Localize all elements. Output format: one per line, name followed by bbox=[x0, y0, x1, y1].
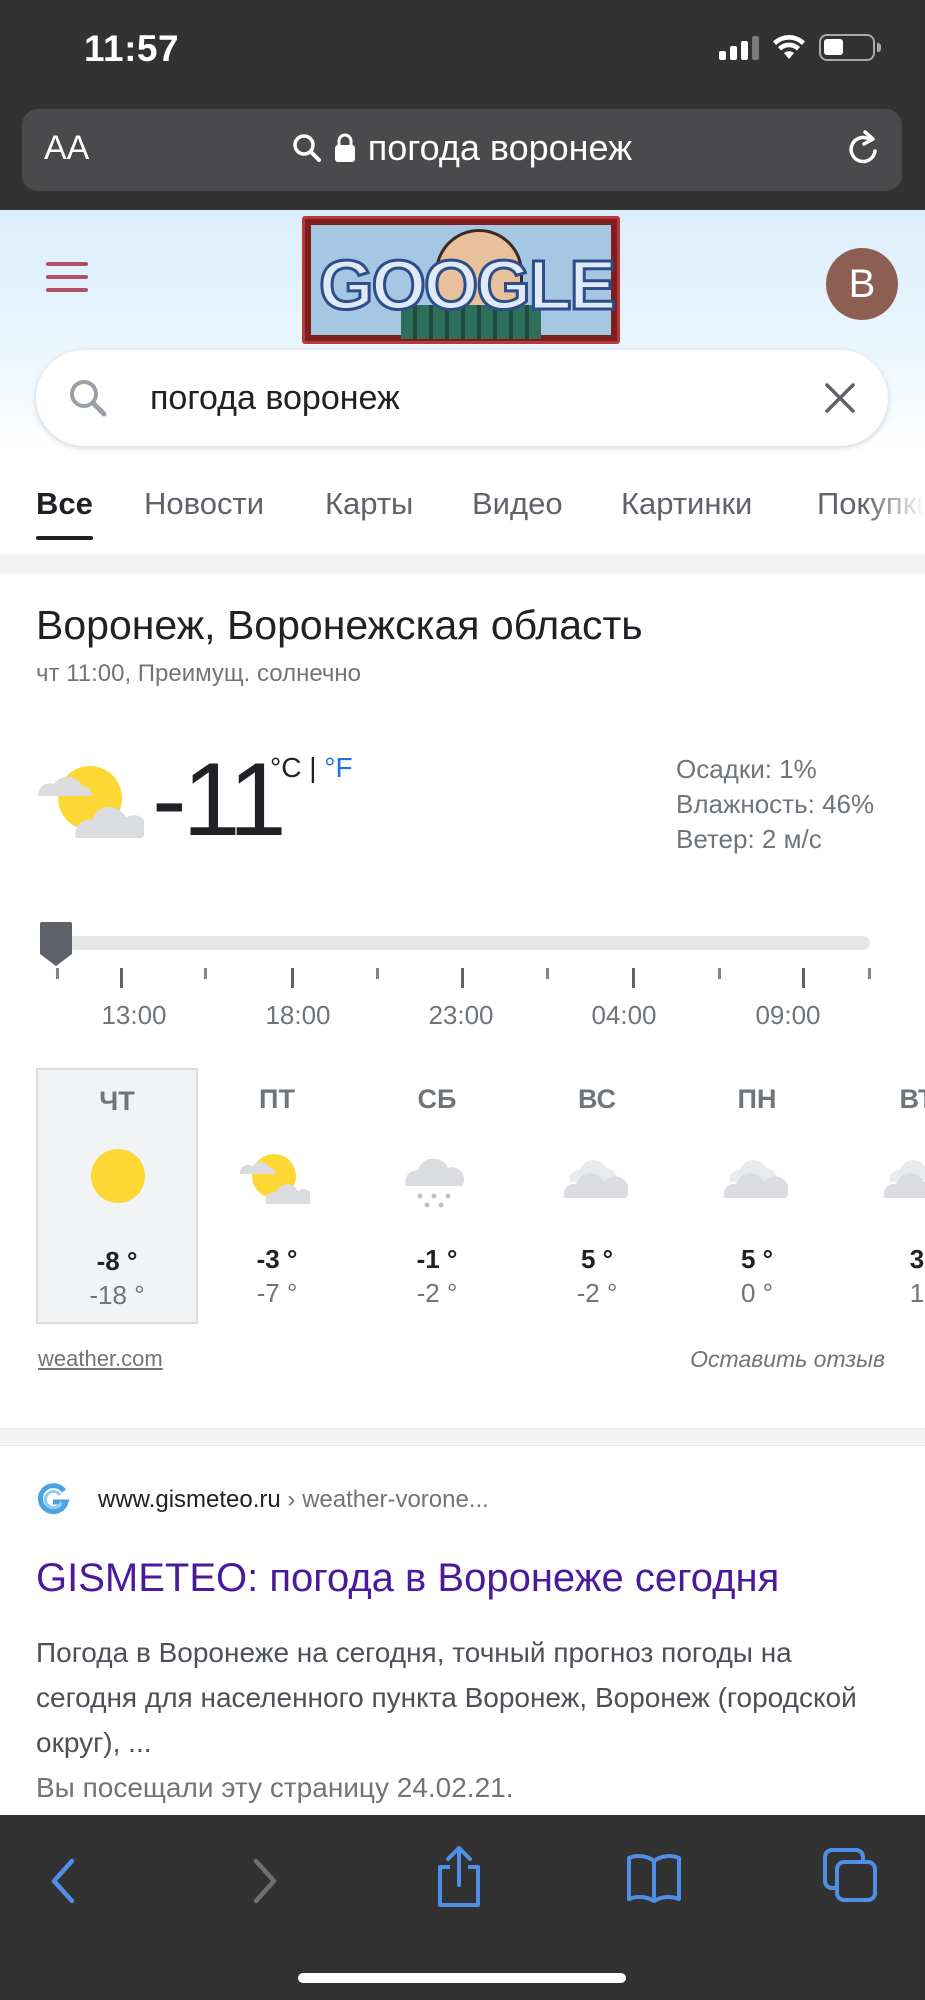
wind: Ветер: 2 м/с bbox=[676, 824, 822, 854]
url-display[interactable]: погода воронеж bbox=[22, 127, 902, 169]
forward-icon[interactable] bbox=[246, 1853, 282, 1909]
search-icon bbox=[293, 134, 321, 162]
day-low: -7 ° bbox=[256, 1278, 298, 1308]
day-low: 0 ° bbox=[740, 1278, 774, 1308]
result-title-link[interactable]: GISMETEO: погода в Воронеже сегодня bbox=[36, 1556, 779, 1601]
day-high: -1 ° bbox=[416, 1244, 458, 1274]
day-high: 5 ° bbox=[740, 1244, 774, 1274]
cloudy-icon bbox=[723, 1160, 788, 1198]
unit-fahrenheit[interactable]: °F bbox=[324, 752, 352, 783]
day-high: -8 ° bbox=[96, 1246, 138, 1276]
weather-details: Осадки: 1% Влажность: 46% Ветер: 2 м/с bbox=[676, 752, 874, 857]
bookmarks-icon[interactable] bbox=[626, 1851, 682, 1903]
forecast-day-fri[interactable]: ПТ -3 ° -7 ° bbox=[196, 1068, 358, 1324]
result-path: › weather-vorone... bbox=[287, 1486, 489, 1513]
forecast-day-sun[interactable]: ВС 5 ° -2 ° bbox=[516, 1068, 678, 1324]
google-header: GOOGLE B погода воронеж bbox=[0, 210, 925, 450]
account-avatar[interactable]: B bbox=[826, 248, 898, 320]
section-divider bbox=[0, 1428, 925, 1446]
search-box[interactable]: погода воронеж bbox=[36, 350, 888, 446]
back-icon[interactable] bbox=[46, 1853, 82, 1909]
safari-toolbar bbox=[0, 1815, 925, 2000]
forecast-day-mon[interactable]: ПН 5 ° 0 ° bbox=[676, 1068, 838, 1324]
cloudy-icon bbox=[563, 1160, 628, 1198]
section-divider bbox=[0, 555, 925, 573]
battery-icon bbox=[819, 34, 881, 61]
day-low: -2 ° bbox=[576, 1278, 618, 1308]
hour-label: 23:00 bbox=[428, 1000, 494, 1030]
home-indicator[interactable] bbox=[298, 1973, 626, 1983]
google-doodle[interactable]: GOOGLE bbox=[302, 216, 620, 344]
forecast-day-sat[interactable]: СБ -1 ° -2 ° bbox=[356, 1068, 518, 1324]
url-field[interactable]: AA погода воронеж bbox=[22, 109, 902, 191]
result-snippet: Погода в Воронеже на сегодня, точный про… bbox=[36, 1637, 857, 1758]
weather-subtitle: чт 11:00, Преимущ. солнечно bbox=[36, 660, 361, 687]
tab-maps[interactable]: Карты bbox=[325, 486, 413, 522]
day-name: ЧТ bbox=[99, 1086, 135, 1116]
unit-celsius[interactable]: °C bbox=[270, 752, 301, 783]
day-low: -2 ° bbox=[416, 1278, 458, 1308]
precipitation: Осадки: 1% bbox=[676, 754, 817, 784]
sunny-icon bbox=[91, 1149, 145, 1203]
close-icon[interactable] bbox=[822, 380, 858, 416]
wifi-icon bbox=[773, 34, 805, 59]
hour-label: 18:00 bbox=[265, 1000, 331, 1030]
humidity: Влажность: 46% bbox=[676, 789, 875, 819]
status-time: 11:57 bbox=[84, 28, 180, 69]
reload-icon[interactable] bbox=[844, 129, 884, 169]
search-icon bbox=[70, 380, 107, 417]
result-domain: www.gismeteo.ru bbox=[98, 1486, 281, 1513]
day-name: ПН bbox=[737, 1084, 777, 1114]
daily-forecast: ЧТ -8 ° -18 ° ПТ -3 ° -7 ° СБ -1 ° -2 ° … bbox=[36, 1068, 925, 1326]
tab-all[interactable]: Все bbox=[36, 486, 93, 540]
day-name: ВС bbox=[578, 1084, 616, 1114]
doodle-logo-text: GOOGLE bbox=[317, 245, 617, 326]
hamburger-menu-icon[interactable] bbox=[46, 262, 88, 301]
forecast-day-thu[interactable]: ЧТ -8 ° -18 ° bbox=[36, 1068, 198, 1324]
unit-separator: | bbox=[309, 752, 317, 783]
url-text: погода воронеж bbox=[367, 127, 633, 168]
result-url[interactable]: www.gismeteo.ru › weather-vorone... bbox=[98, 1486, 489, 1514]
day-low: -18 ° bbox=[89, 1280, 145, 1310]
day-name: ПТ bbox=[259, 1084, 295, 1114]
tab-news[interactable]: Новости bbox=[144, 486, 264, 522]
hour-label: 04:00 bbox=[591, 1000, 657, 1030]
result-visited-note: Вы посещали эту страницу 24.02.21. bbox=[36, 1772, 514, 1803]
partly-cloudy-icon bbox=[240, 1154, 310, 1204]
timeline-ticks bbox=[0, 968, 925, 988]
timeline-slider-handle[interactable] bbox=[38, 920, 74, 968]
gismeteo-favicon-icon bbox=[37, 1483, 70, 1515]
day-high: 5 ° bbox=[580, 1244, 614, 1274]
forecast-day-tue[interactable]: ВТ 3 1 bbox=[836, 1068, 925, 1324]
timeline-slider[interactable] bbox=[52, 936, 870, 950]
day-high: 3 bbox=[909, 1244, 925, 1274]
day-low: 1 bbox=[909, 1278, 925, 1308]
current-temperature: -11 bbox=[152, 742, 287, 858]
share-icon[interactable] bbox=[434, 1845, 484, 1909]
cloudy-icon bbox=[883, 1160, 925, 1198]
day-name: СБ bbox=[417, 1084, 457, 1114]
weather-source-link[interactable]: weather.com bbox=[38, 1346, 163, 1372]
cellular-signal-icon bbox=[719, 35, 759, 60]
search-tabs: Все Новости Карты Видео Картинки Покупки bbox=[0, 480, 925, 540]
day-high: -3 ° bbox=[256, 1244, 298, 1274]
weather-location: Воронеж, Воронежская область bbox=[36, 602, 643, 648]
tabs-icon[interactable] bbox=[822, 1847, 878, 1903]
day-name: ВТ bbox=[899, 1084, 925, 1114]
hour-label: 09:00 bbox=[755, 1000, 821, 1030]
status-bar: 11:57 bbox=[0, 0, 925, 105]
partly-cloudy-icon bbox=[37, 766, 144, 838]
tab-images[interactable]: Картинки bbox=[621, 486, 752, 522]
status-icons bbox=[719, 34, 881, 61]
safari-address-bar: AA погода воронеж bbox=[0, 105, 925, 210]
lock-icon bbox=[334, 133, 355, 162]
search-input[interactable]: погода воронеж bbox=[150, 379, 400, 418]
tab-video[interactable]: Видео bbox=[472, 486, 563, 522]
feedback-link[interactable]: Оставить отзыв bbox=[690, 1346, 885, 1373]
snow-icon bbox=[405, 1158, 465, 1208]
temperature-units: °C | °F bbox=[270, 752, 353, 784]
hour-label: 13:00 bbox=[101, 1000, 167, 1030]
